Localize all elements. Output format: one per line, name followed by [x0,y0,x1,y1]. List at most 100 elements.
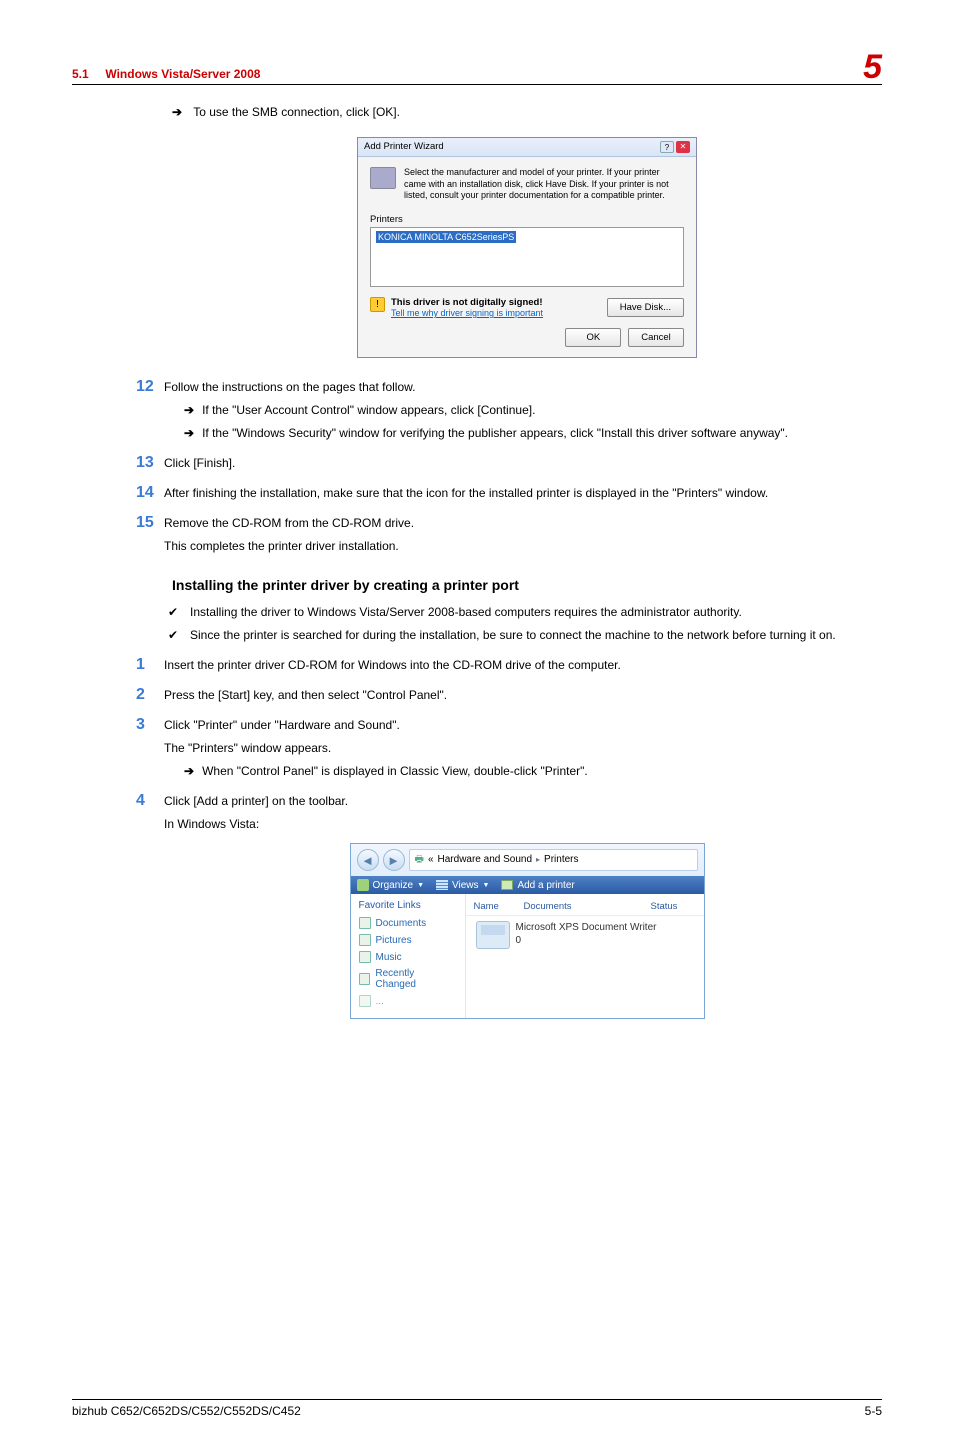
header-title-text: Windows Vista/Server 2008 [105,67,260,81]
step-number: 14 [136,484,164,502]
header-section-title: 5.1 Windows Vista/Server 2008 [72,67,260,81]
help-icon[interactable]: ? [660,141,674,153]
sidebar-pictures[interactable]: Pictures [359,934,457,946]
step-para: This completes the printer driver instal… [164,537,882,555]
printer-item[interactable]: Microsoft XPS Document Writer 0 [466,916,704,954]
explorer-nav: ◄ ► 🖶 « Hardware and Sound ▸ Printers [351,844,704,876]
chevron-icon: ▸ [536,852,540,868]
organize-icon [357,879,369,891]
sidebar-documents[interactable]: Documents [359,917,457,929]
folder-icon [359,934,371,946]
step-number: 2 [136,686,164,704]
dialog-titlebar: Add Printer Wizard ? ✕ [358,138,696,157]
toolbar-label: Add a printer [517,880,574,891]
printer-list-item[interactable]: KONICA MINOLTA C652SeriesPS [376,231,516,243]
sidebar-music[interactable]: Music [359,951,457,963]
prereq-1: ✔ Installing the driver to Windows Vista… [172,603,882,621]
back-button[interactable]: ◄ [357,849,379,871]
step-text: After finishing the installation, make s… [164,486,768,500]
folder-icon [359,951,371,963]
dropdown-icon: ▼ [417,882,424,889]
step-text: Follow the instructions on the pages tha… [164,378,882,396]
add-printer-icon [501,880,513,890]
step12-sub2: If the "Windows Security" window for ver… [202,426,788,440]
printer-name: Microsoft XPS Document Writer [516,921,657,934]
step-number: 12 [136,378,164,442]
sidebar-cut-item: ... [359,995,457,1007]
prereq-text: Installing the driver to Windows Vista/S… [190,603,742,621]
arrow-icon: ➔ [184,426,194,440]
toolbar-organize[interactable]: Organize ▼ [357,879,425,891]
toolbar-add-printer[interactable]: Add a printer [501,879,574,891]
have-disk-button[interactable]: Have Disk... [607,298,684,317]
dialog-title: Add Printer Wizard [364,141,444,153]
location-icon: 🖶 [415,852,424,868]
printers-explorer-window: ◄ ► 🖶 « Hardware and Sound ▸ Printers Or… [350,843,705,1019]
step-para: In Windows Vista: [164,815,882,833]
dropdown-icon: ▼ [483,882,490,889]
intro-text: To use the SMB connection, click [OK]. [193,105,400,119]
add-printer-wizard-dialog: Add Printer Wizard ? ✕ Select the manufa… [357,137,697,358]
step3-sub: When "Control Panel" is displayed in Cla… [202,764,588,778]
prereq-text: Since the printer is searched for during… [190,626,836,644]
check-icon: ✔ [168,603,190,621]
explorer-toolbar: Organize ▼ Views ▼ Add a printer [351,876,704,894]
close-icon[interactable]: ✕ [676,141,690,153]
folder-icon [359,973,371,985]
breadcrumb-back[interactable]: « [428,852,434,868]
step-number: 4 [136,792,164,833]
address-bar[interactable]: 🖶 « Hardware and Sound ▸ Printers [409,849,698,871]
step12-sub1: If the "User Account Control" window app… [202,403,535,417]
printer-icon [370,167,396,189]
toolbar-label: Organize [373,880,414,891]
folder-icon [359,995,371,1007]
explorer-main: Name Documents Status Microsoft XPS Docu… [466,894,704,1018]
intro-line: ➔ To use the SMB connection, click [OK]. [172,105,882,119]
forward-button[interactable]: ► [383,849,405,871]
step-number: 3 [136,716,164,780]
printer-icon [476,921,510,949]
col-documents[interactable]: Documents [524,901,651,912]
arrow-icon: ➔ [184,403,194,417]
ok-button[interactable]: OK [565,328,621,347]
page-footer: bizhub C652/C652DS/C552/C552DS/C452 5-5 [72,1399,882,1418]
step-2: 2 Press the [Start] key, and then select… [172,686,882,704]
breadcrumb-1[interactable]: Hardware and Sound [438,852,533,868]
header-section-num: 5.1 [72,67,89,81]
step-number: 13 [136,454,164,472]
check-icon: ✔ [168,626,190,644]
step-14: 14 After finishing the installation, mak… [172,484,882,502]
step-1: 1 Insert the printer driver CD-ROM for W… [172,656,882,674]
step-text: Click [Finish]. [164,456,235,470]
chapter-number: 5 [863,50,882,84]
printer-doc-count: 0 [516,934,657,947]
warning-link[interactable]: Tell me why driver signing is important [391,308,543,318]
printers-label: Printers [370,214,684,225]
sidebar-recently-changed[interactable]: Recently Changed [359,968,457,990]
toolbar-views[interactable]: Views ▼ [436,879,489,891]
printers-listbox[interactable]: KONICA MINOLTA C652SeriesPS [370,227,684,287]
toolbar-label: Views [452,880,479,891]
step-text: Remove the CD-ROM from the CD-ROM drive. [164,514,882,532]
col-name[interactable]: Name [474,901,524,912]
folder-icon [359,917,371,929]
step-para: The "Printers" window appears. [164,739,882,757]
step-text: Click [Add a printer] on the toolbar. [164,792,882,810]
prereq-2: ✔ Since the printer is searched for duri… [172,626,882,644]
step-15: 15 Remove the CD-ROM from the CD-ROM dri… [172,514,882,555]
step-number: 1 [136,656,164,674]
arrow-icon: ➔ [184,764,194,778]
step-12: 12 Follow the instructions on the pages … [172,378,882,442]
explorer-sidebar: Favorite Links Documents Pictures Music … [351,894,466,1018]
step-number: 15 [136,514,164,555]
views-icon [436,880,448,890]
col-status[interactable]: Status [651,901,696,912]
dialog-description: Select the manufacturer and model of you… [404,167,684,202]
cancel-button[interactable]: Cancel [628,328,684,347]
step-text: Insert the printer driver CD-ROM for Win… [164,658,621,672]
page-header: 5.1 Windows Vista/Server 2008 5 [72,50,882,85]
column-headers[interactable]: Name Documents Status [466,898,704,916]
breadcrumb-2[interactable]: Printers [544,852,578,868]
arrow-icon: ➔ [172,105,182,119]
step-4: 4 Click [Add a printer] on the toolbar. … [172,792,882,833]
